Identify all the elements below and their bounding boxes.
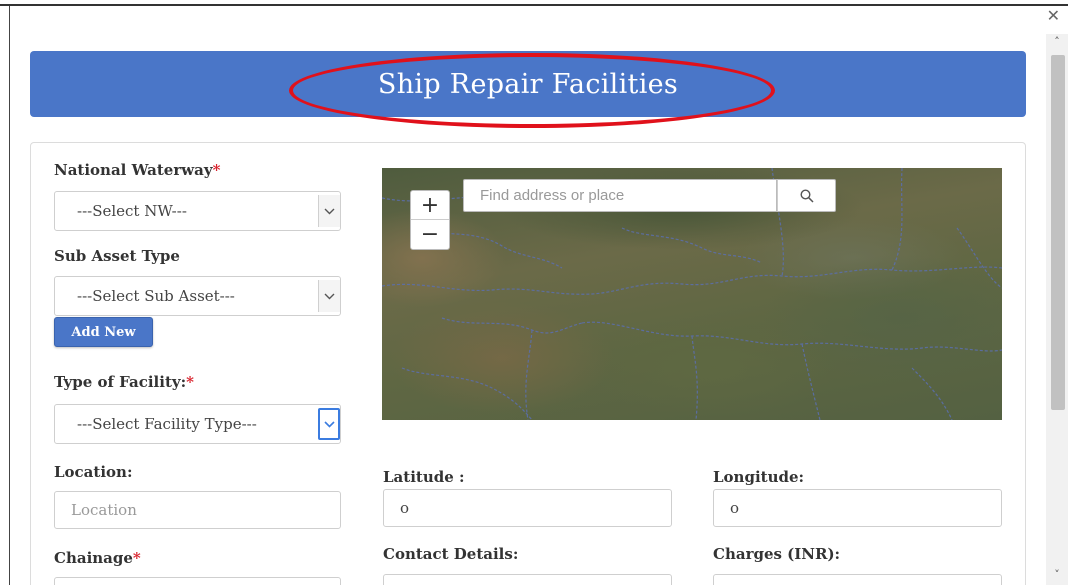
sub-asset-selected-value: ---Select Sub Asset--- bbox=[77, 287, 235, 305]
map-search-input[interactable]: Find address or place bbox=[463, 179, 777, 212]
chevron-down-icon[interactable] bbox=[318, 280, 340, 312]
chevron-down-icon[interactable] bbox=[318, 195, 340, 227]
chainage-label: Chainage* bbox=[54, 549, 141, 567]
location-input[interactable]: Location bbox=[54, 491, 341, 529]
map-zoom-control: + − bbox=[410, 190, 450, 250]
latitude-label: Latitude : bbox=[383, 468, 465, 486]
sub-asset-type-select[interactable]: ---Select Sub Asset--- bbox=[54, 276, 341, 316]
sub-asset-type-label: Sub Asset Type bbox=[54, 247, 180, 265]
facility-type-select[interactable]: ---Select Facility Type--- bbox=[54, 404, 341, 444]
required-asterisk: * bbox=[132, 549, 141, 567]
scrollbar-thumb[interactable] bbox=[1051, 55, 1065, 410]
longitude-label: Longitude: bbox=[713, 468, 805, 486]
contact-details-label: Contact Details: bbox=[383, 545, 519, 563]
map-search-button[interactable] bbox=[777, 179, 836, 212]
close-icon[interactable]: ✕ bbox=[1047, 8, 1060, 24]
required-asterisk: * bbox=[212, 161, 221, 179]
chevron-down-icon[interactable] bbox=[318, 408, 340, 440]
page-header: Ship Repair Facilities bbox=[30, 51, 1026, 117]
scroll-down-arrow-icon[interactable]: ˅ bbox=[1051, 569, 1063, 581]
search-icon bbox=[799, 188, 814, 203]
contact-details-input[interactable] bbox=[383, 574, 672, 585]
required-asterisk: * bbox=[186, 373, 194, 391]
zoom-out-button[interactable]: − bbox=[411, 220, 449, 249]
zoom-in-button[interactable]: + bbox=[411, 191, 449, 220]
scroll-up-arrow-icon[interactable]: ˄ bbox=[1051, 36, 1063, 48]
national-waterway-select[interactable]: ---Select NW--- bbox=[54, 191, 341, 231]
window-top-border bbox=[0, 0, 1068, 6]
longitude-input[interactable]: o bbox=[713, 489, 1002, 527]
latitude-input[interactable]: o bbox=[383, 489, 672, 527]
window-left-border bbox=[0, 6, 10, 585]
national-waterway-selected-value: ---Select NW--- bbox=[77, 202, 187, 220]
page-title: Ship Repair Facilities bbox=[377, 68, 679, 100]
facility-type-selected-value: ---Select Facility Type--- bbox=[77, 415, 257, 433]
type-of-facility-label: Type of Facility:* bbox=[54, 373, 194, 391]
chainage-select[interactable] bbox=[54, 577, 341, 585]
add-new-button[interactable]: Add New bbox=[54, 317, 153, 347]
charges-input[interactable] bbox=[713, 574, 1002, 585]
location-label: Location: bbox=[54, 463, 133, 481]
charges-label: Charges (INR): bbox=[713, 545, 841, 563]
national-waterway-label: National Waterway* bbox=[54, 161, 221, 179]
